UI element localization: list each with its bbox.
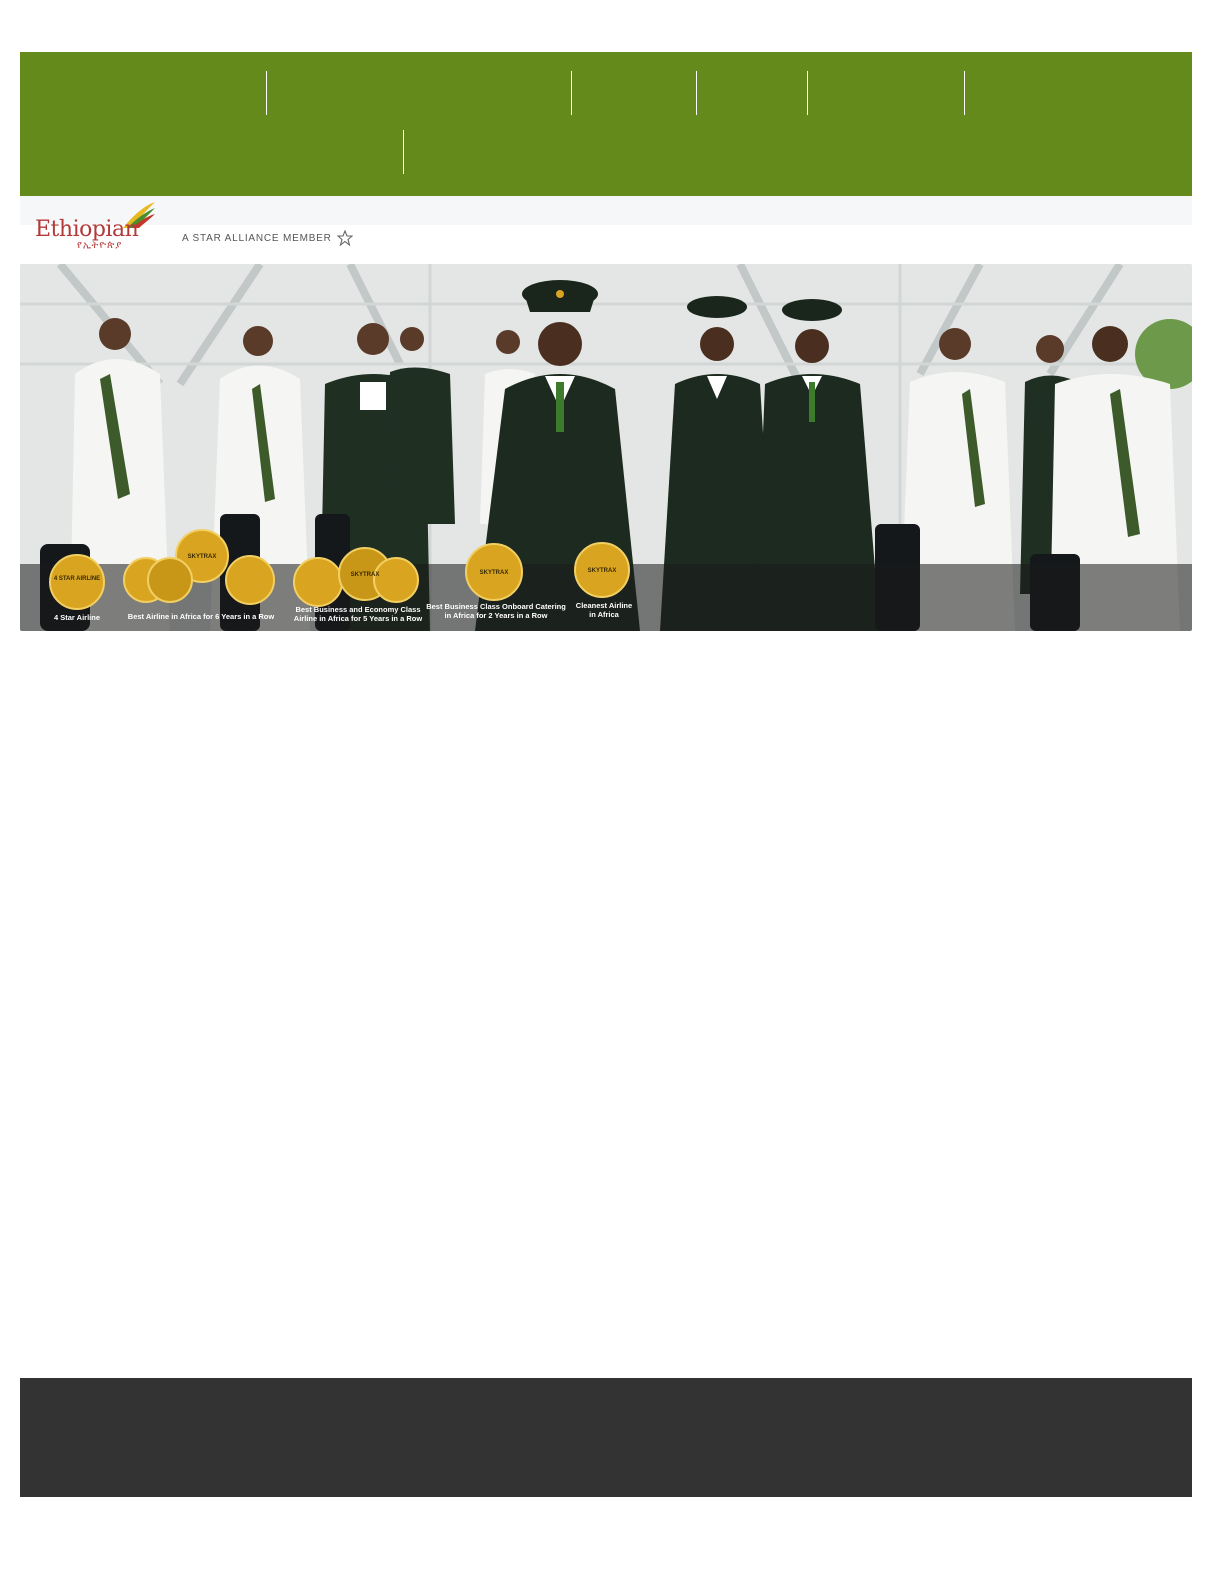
svg-text:in Africa: in Africa [589,610,620,619]
svg-text:Cleanest Airline: Cleanest Airline [576,601,632,610]
award-badge-cleanest: SKYTRAX Cleanest Airline in Africa [574,542,632,619]
alliance-text: A STAR ALLIANCE MEMBER [182,232,332,244]
svg-text:SKYTRAX: SKYTRAX [480,570,509,576]
nav-item-8[interactable] [404,130,1192,174]
svg-text:SKYTRAX: SKYTRAX [351,572,380,578]
page-footer [20,1378,1192,1497]
svg-text:Best Business and Economy Clas: Best Business and Economy Class [295,605,420,614]
logo-wordmark: Ethiopian [35,217,139,242]
svg-text:SKYTRAX: SKYTRAX [188,554,217,560]
svg-text:SKYTRAX: SKYTRAX [588,568,617,574]
nav-item-4[interactable] [697,71,808,115]
nav-item-2[interactable] [267,71,572,115]
nav-item-6[interactable] [965,71,1192,115]
star-alliance-badge: A STAR ALLIANCE MEMBER [182,230,353,246]
star-alliance-icon [336,230,353,246]
top-navigation [20,52,1192,196]
award-badge-business-economy: SKYTRAX Best Business and Economy Class … [293,547,423,623]
nav-row-1 [20,71,1192,115]
nav-row-2 [20,130,1192,174]
svg-text:Airline in Africa for 5 Years: Airline in Africa for 5 Years in a Row [294,614,423,623]
ethiopian-logo[interactable]: Ethiopian የኢትዮጵያ [33,200,163,258]
nav-item-7[interactable] [20,130,404,174]
header-subbar [20,196,1192,225]
svg-text:Best Airline in Africa for 6 Y: Best Airline in Africa for 6 Years in a … [128,612,275,621]
crew-photo: 4 STAR AIRLINE 4 Star Airline SKYTRAX Be… [20,264,1192,631]
nav-item-3[interactable] [572,71,697,115]
svg-text:Best Business Class Onboard Ca: Best Business Class Onboard Catering [426,602,566,611]
svg-text:4 STAR AIRLINE: 4 STAR AIRLINE [54,576,100,582]
nav-item-5[interactable] [808,71,965,115]
svg-text:4 Star Airline: 4 Star Airline [54,613,100,622]
hero-banner[interactable]: 4 STAR AIRLINE 4 Star Airline SKYTRAX Be… [20,264,1192,631]
nav-item-1[interactable] [20,71,267,115]
logo-amharic: የኢትዮጵያ [77,240,123,251]
svg-text:in Africa for 2 Years in a Row: in Africa for 2 Years in a Row [445,611,548,620]
